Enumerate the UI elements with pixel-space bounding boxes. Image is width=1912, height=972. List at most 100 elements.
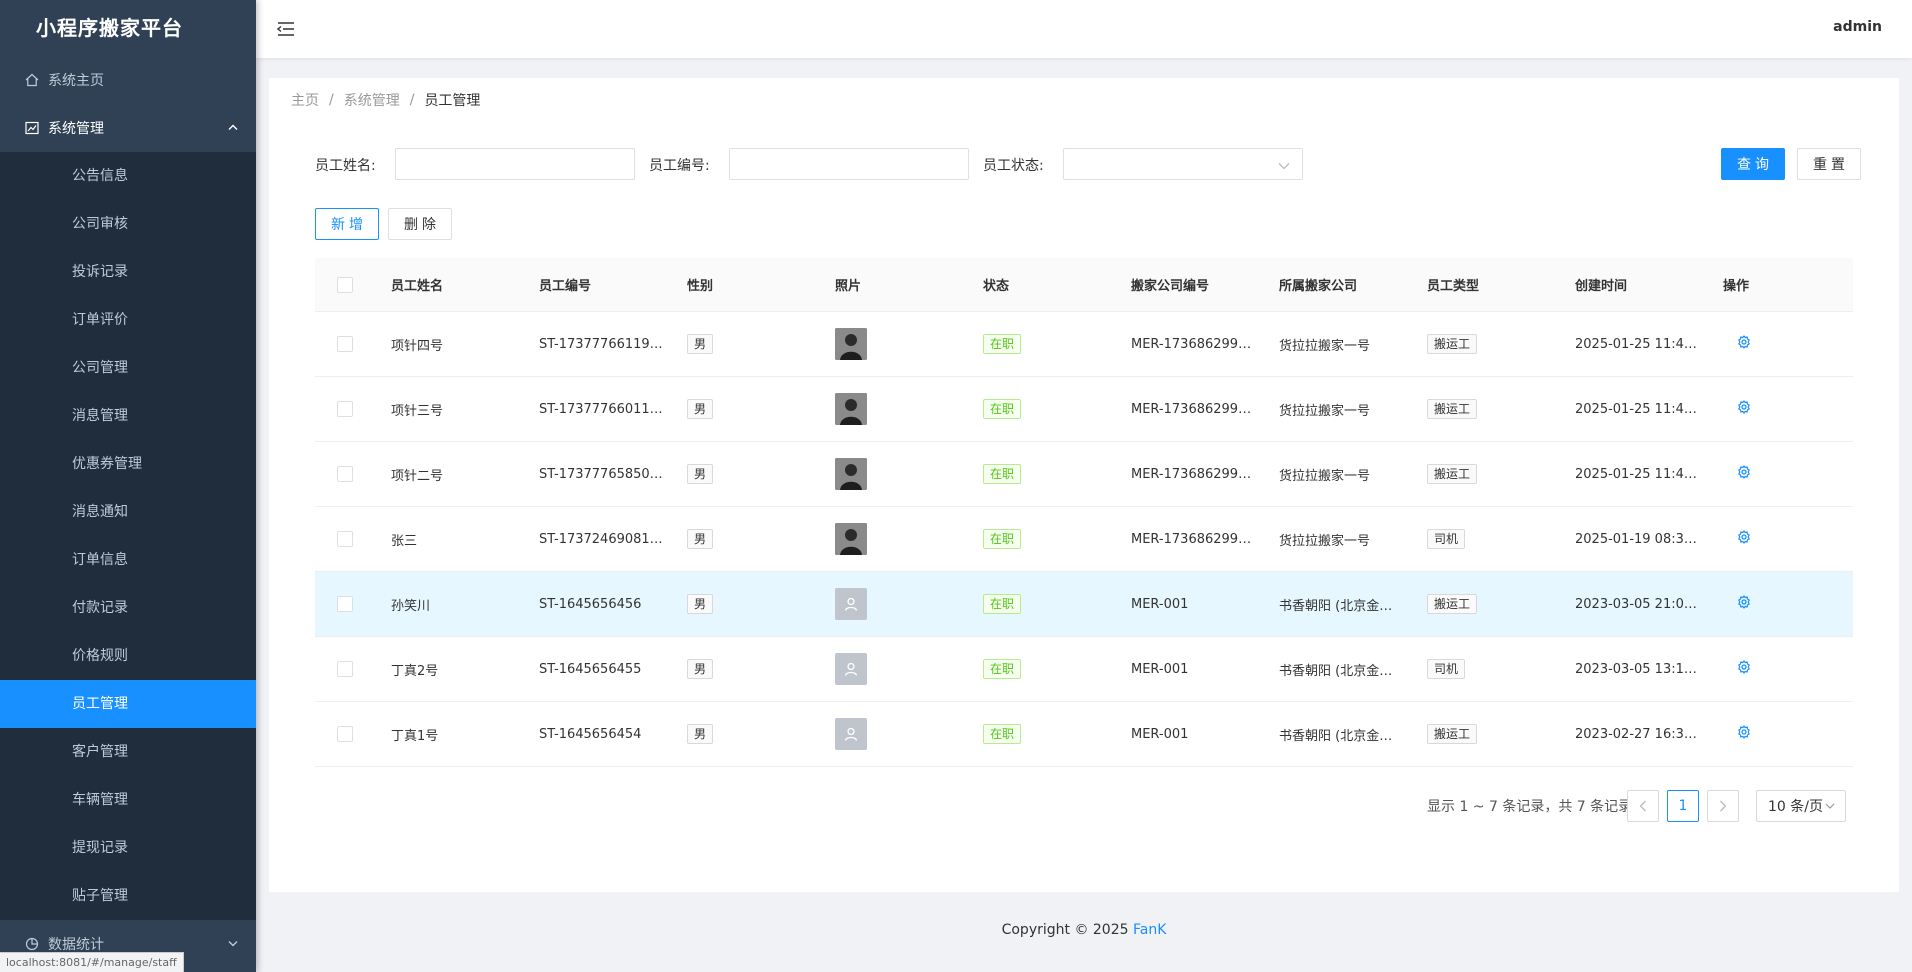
gender-tag: 男 <box>687 659 714 679</box>
sidebar-item-home[interactable]: 系统主页 <box>0 56 256 104</box>
sidebar-item-complaints[interactable]: 投诉记录 <box>0 248 256 296</box>
add-button[interactable]: 新增 <box>315 208 379 240</box>
row-checkbox[interactable] <box>337 726 353 742</box>
gender-tag: 男 <box>687 334 714 354</box>
status-badge: 在职 <box>983 334 1022 354</box>
cell-company: 货拉拉搬家一号 <box>1279 338 1371 354</box>
cell-created: 2025-01-25 11:4… <box>1575 466 1697 482</box>
breadcrumb-system[interactable]: 系统管理 <box>344 90 400 110</box>
avatar[interactable] <box>835 328 867 360</box>
code-filter-label: 员工编号: <box>649 158 710 174</box>
status-filter-select[interactable] <box>1063 148 1303 180</box>
footer-brand-link[interactable]: FanK <box>1133 922 1166 938</box>
avatar-placeholder-icon[interactable] <box>835 653 867 685</box>
avatar-placeholder-icon[interactable] <box>835 588 867 620</box>
gear-icon[interactable] <box>1737 400 1751 414</box>
col-header: 员工类型 <box>1427 279 1480 294</box>
table-row[interactable]: 项针四号 ST-17377766119… 男 在职 MER-173686299… 货拉拉搬… <box>315 312 1853 377</box>
cell-company-code: MER-001 <box>1131 596 1189 612</box>
chevron-right-icon <box>1720 800 1727 812</box>
sidebar-group-system[interactable]: 系统管理 <box>0 104 256 152</box>
table-row[interactable]: 项针三号 ST-17377766011… 男 在职 MER-173686299… 货拉拉搬… <box>315 377 1853 442</box>
name-filter-input[interactable] <box>395 148 635 180</box>
cell-company: 书香朝阳 (北京金… <box>1279 598 1393 614</box>
content-card: 主页 / 系统管理 / 员工管理 员工姓名: 员工编号: 员工状态: 查询 重置… <box>269 78 1899 892</box>
sidebar-item-company-review[interactable]: 公司审核 <box>0 200 256 248</box>
avatar[interactable] <box>835 523 867 555</box>
sidebar-item-notifications[interactable]: 消息通知 <box>0 488 256 536</box>
staff-type-tag: 司机 <box>1427 659 1466 679</box>
copyright-text: Copyright © 2025 <box>1001 922 1133 938</box>
sidebar-item-companies[interactable]: 公司管理 <box>0 344 256 392</box>
table-row[interactable]: 丁真1号 ST-1645656454 男 在职 MER-001 书香朝阳 (北京金… 搬运工… <box>315 702 1853 767</box>
chart-line-icon <box>24 120 40 136</box>
page-size-select[interactable]: 10 条/页 <box>1756 790 1846 822</box>
col-header: 状态 <box>983 279 1010 294</box>
menu-fold-icon[interactable] <box>276 19 296 39</box>
gear-icon[interactable] <box>1737 725 1751 739</box>
cell-code: ST-1645656456 <box>539 596 642 612</box>
gear-icon[interactable] <box>1737 530 1751 544</box>
staff-type-tag: 搬运工 <box>1427 594 1478 614</box>
sidebar-item-coupons[interactable]: 优惠券管理 <box>0 440 256 488</box>
cell-company-code: MER-173686299… <box>1131 531 1252 547</box>
sidebar-item-notice[interactable]: 公告信息 <box>0 152 256 200</box>
table-row[interactable]: 丁真2号 ST-1645656455 男 在职 MER-001 书香朝阳 (北京金… 司机 2… <box>315 637 1853 702</box>
reset-button[interactable]: 重置 <box>1797 148 1861 180</box>
sidebar-item-staff[interactable]: 员工管理 <box>0 680 256 728</box>
table-row[interactable]: 张三 ST-17372469081… 男 在职 MER-173686299… 货拉拉搬家一… <box>315 507 1853 572</box>
sidebar-item-messages[interactable]: 消息管理 <box>0 392 256 440</box>
row-checkbox[interactable] <box>337 336 353 352</box>
sidebar-item-orders[interactable]: 订单信息 <box>0 536 256 584</box>
col-header: 照片 <box>835 279 862 294</box>
row-checkbox[interactable] <box>337 466 353 482</box>
cell-company: 书香朝阳 (北京金… <box>1279 728 1393 744</box>
status-badge: 在职 <box>983 464 1022 484</box>
sidebar-item-order-reviews[interactable]: 订单评价 <box>0 296 256 344</box>
sidebar-item-payments[interactable]: 付款记录 <box>0 584 256 632</box>
gear-icon[interactable] <box>1737 660 1751 674</box>
staff-type-tag: 搬运工 <box>1427 334 1478 354</box>
status-badge: 在职 <box>983 529 1022 549</box>
sidebar-item-vehicles[interactable]: 车辆管理 <box>0 776 256 824</box>
sidebar-item-posts[interactable]: 贴子管理 <box>0 872 256 920</box>
sidebar-submenu-system: 公告信息 公司审核 投诉记录 订单评价 公司管理 消息管理 优惠券管理 消息通知… <box>0 152 256 920</box>
code-filter-input[interactable] <box>729 148 969 180</box>
prev-page-button[interactable] <box>1627 790 1659 822</box>
avatar[interactable] <box>835 393 867 425</box>
cell-company-code: MER-173686299… <box>1131 466 1252 482</box>
col-header: 搬家公司编号 <box>1131 279 1210 294</box>
status-badge: 在职 <box>983 724 1022 744</box>
sidebar-item-customers[interactable]: 客户管理 <box>0 728 256 776</box>
sidebar-item-withdrawals[interactable]: 提现记录 <box>0 824 256 872</box>
delete-button[interactable]: 删除 <box>388 208 452 240</box>
row-checkbox[interactable] <box>337 401 353 417</box>
breadcrumb-home[interactable]: 主页 <box>291 90 319 110</box>
chevron-down-icon <box>228 939 238 950</box>
gear-icon[interactable] <box>1737 335 1751 349</box>
name-filter-label: 员工姓名: <box>315 158 376 174</box>
select-all-checkbox[interactable] <box>337 276 353 293</box>
chevron-up-icon <box>228 123 238 134</box>
status-badge: 在职 <box>983 659 1022 679</box>
user-menu[interactable]: admin <box>1833 19 1882 35</box>
next-page-button[interactable] <box>1707 790 1739 822</box>
row-checkbox[interactable] <box>337 661 353 677</box>
table-row[interactable]: 项针二号 ST-17377765850… 男 在职 MER-173686299… 货拉拉搬… <box>315 442 1853 507</box>
avatar[interactable] <box>835 458 867 490</box>
row-checkbox[interactable] <box>337 596 353 612</box>
row-checkbox[interactable] <box>337 531 353 547</box>
sidebar-item-label: 系统主页 <box>48 73 104 89</box>
table-row[interactable]: 孙笑川 ST-1645656456 男 在职 MER-001 书香朝阳 (北京金… 搬运工 2… <box>315 572 1853 637</box>
pagination-summary: 显示 1 ~ 7 条记录，共 7 条记录 <box>1427 799 1633 815</box>
sidebar-item-price-rules[interactable]: 价格规则 <box>0 632 256 680</box>
gear-icon[interactable] <box>1737 595 1751 609</box>
page-number-button[interactable]: 1 <box>1667 790 1699 822</box>
chevron-down-icon <box>1825 803 1835 809</box>
avatar-placeholder-icon[interactable] <box>835 718 867 750</box>
gear-icon[interactable] <box>1737 465 1751 479</box>
search-button[interactable]: 查询 <box>1721 148 1785 180</box>
sidebar: 小程序搬家平台 系统主页 系统管理 公告信息 公司审核 投诉记录 订单评价 公司… <box>0 0 256 972</box>
cell-code: ST-17372469081… <box>539 531 663 547</box>
cell-created: 2025-01-25 11:4… <box>1575 401 1697 417</box>
